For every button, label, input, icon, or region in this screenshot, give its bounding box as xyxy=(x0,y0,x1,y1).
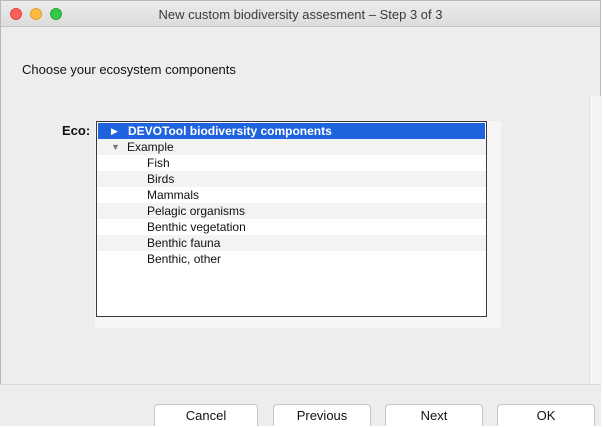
tree-item-row[interactable]: Benthic vegetation xyxy=(97,219,486,235)
cancel-button[interactable]: Cancel xyxy=(154,404,258,426)
tree-item-label: Example xyxy=(127,140,174,154)
title-bar[interactable]: New custom biodiversity assesment – Step… xyxy=(1,1,600,27)
tree-item-label: Fish xyxy=(147,156,170,170)
tree-item-row[interactable]: Mammals xyxy=(97,187,486,203)
tree-item-label: Benthic vegetation xyxy=(147,220,246,234)
eco-label: Eco: xyxy=(62,123,91,138)
next-button[interactable]: Next xyxy=(385,404,483,426)
tree-item-label: Pelagic organisms xyxy=(147,204,246,218)
previous-button[interactable]: Previous xyxy=(273,404,371,426)
tree-item-row[interactable]: Benthic, other xyxy=(97,251,486,267)
tree-item-label: Birds xyxy=(147,172,175,186)
tree-item-label: Mammals xyxy=(147,188,200,202)
tree-item-row[interactable]: Benthic fauna xyxy=(97,235,486,251)
step-prompt: Choose your ecosystem components xyxy=(22,62,236,77)
window-scrollbar[interactable] xyxy=(589,96,602,384)
tree-item-row[interactable]: Pelagic organisms xyxy=(97,203,486,219)
tree-item-label: Benthic, other xyxy=(147,252,222,266)
disclosure-collapsed-icon[interactable]: ▶ xyxy=(111,123,118,139)
ecosystem-tree[interactable]: ▶ DEVOTool biodiversity components ▼ Exampl… xyxy=(96,121,487,317)
tree-item-label: Benthic fauna xyxy=(147,236,221,250)
status-strip xyxy=(0,384,601,399)
ok-button[interactable]: OK xyxy=(497,404,595,426)
tree-group-row[interactable]: ▼ Example xyxy=(97,139,486,155)
tree-item-row[interactable]: Birds xyxy=(97,171,486,187)
tree-item-row[interactable]: Fish xyxy=(97,155,486,171)
disclosure-expanded-icon[interactable]: ▼ xyxy=(111,139,120,155)
tree-group-row[interactable]: ▶ DEVOTool biodiversity components xyxy=(98,123,485,139)
window-title: New custom biodiversity assesment – Step… xyxy=(158,7,443,22)
tree-item-label: DEVOTool biodiversity components xyxy=(128,124,332,138)
